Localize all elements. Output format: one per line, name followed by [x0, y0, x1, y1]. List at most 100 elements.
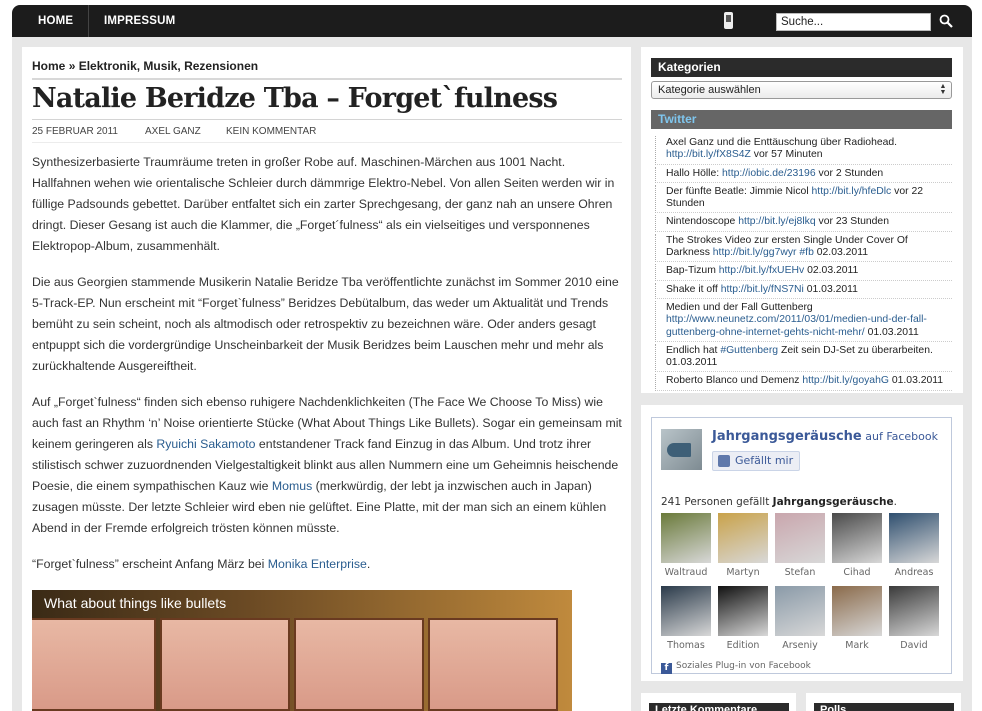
post-body: Synthesizerbasierte Traumräume treten in… — [32, 152, 624, 590]
fan-avatar[interactable] — [661, 586, 711, 636]
momus-link[interactable]: Momus — [272, 479, 312, 493]
fan-name[interactable]: Martyn — [718, 567, 768, 578]
fan-avatar[interactable] — [832, 513, 882, 563]
facebook-fan[interactable]: Stefan — [775, 513, 825, 578]
fan-name[interactable]: Edition — [718, 640, 768, 651]
fan-avatar[interactable] — [718, 513, 768, 563]
tweet-text: Shake it off — [666, 283, 721, 295]
top-navigation-bar: HOME IMPRESSUM — [12, 5, 972, 37]
post-author-link[interactable]: AXEL GANZ — [145, 126, 201, 137]
facebook-fan[interactable]: Thomas — [661, 586, 711, 651]
fan-avatar[interactable] — [889, 513, 939, 563]
embedded-video-player[interactable]: What about things like bullets — [32, 590, 572, 711]
tweet-timestamp: vor 2 Stunden — [815, 167, 884, 179]
monika-enterprise-link[interactable]: Monika Enterprise — [268, 557, 367, 571]
twitter-heading: Twitter — [651, 110, 952, 129]
fan-avatar[interactable] — [889, 586, 939, 636]
paragraph: Auf „Forget`fulness“ finden sich ebenso … — [32, 392, 624, 539]
facebook-page-avatar[interactable] — [661, 429, 702, 470]
tweet-item: Bap-Tizum http://bit.ly/fxUEHv 02.03.201… — [655, 264, 952, 281]
tweet-item: Axel Ganz und die Enttäuschung über Radi… — [655, 136, 952, 165]
tweet-item: Der fünfte Beatle: Jimmie Nicol http://b… — [655, 184, 952, 214]
video-thumbnail[interactable] — [32, 618, 572, 711]
like-count-page: Jahrgangsgeräusche — [772, 496, 894, 508]
nav-divider — [88, 5, 89, 37]
tweet-link[interactable]: http://bit.ly/gg7wyr #fb — [713, 247, 814, 258]
paragraph-text: “Forget`fulness” erscheint Anfang März b… — [32, 557, 268, 571]
fan-name[interactable]: David — [889, 640, 939, 651]
meta-divider — [32, 142, 622, 143]
paragraph-text: . — [366, 557, 371, 571]
post-comments-link[interactable]: KEIN KOMMENTAR — [226, 126, 316, 137]
breadcrumb-separator: » — [68, 59, 76, 73]
fan-avatar[interactable] — [775, 586, 825, 636]
post-title[interactable]: Natalie Beridze Tba – Forget`fulness — [32, 83, 558, 114]
fan-name[interactable]: Thomas — [661, 640, 711, 651]
tweet-link[interactable]: http://iobic.de/23196 — [722, 168, 816, 179]
fan-name[interactable]: Cihad — [832, 567, 882, 578]
breadcrumb-categories-link[interactable]: Elektronik, Musik, Rezensionen — [79, 59, 258, 73]
fan-name[interactable]: Stefan — [775, 567, 825, 578]
polls-heading: Polls — [814, 703, 954, 711]
tweet-timestamp: vor 57 Minuten — [750, 149, 823, 161]
search-input[interactable] — [776, 13, 931, 31]
fan-name[interactable]: Waltraud — [661, 567, 711, 578]
facebook-icon: f — [661, 663, 672, 674]
search-icon[interactable] — [939, 14, 953, 28]
fan-name[interactable]: Arseniy — [775, 640, 825, 651]
facebook-like-button[interactable]: Gefällt mir — [712, 451, 801, 471]
facebook-fan[interactable]: Andreas — [889, 513, 939, 578]
facebook-fan[interactable]: Mark — [832, 586, 882, 651]
paragraph: Die aus Georgien stammende Musikerin Nat… — [32, 275, 619, 373]
tweet-link[interactable]: http://bit.ly/fNS7Ni — [721, 284, 804, 295]
fan-name[interactable]: Andreas — [889, 567, 939, 578]
facebook-fan[interactable]: Martyn — [718, 513, 768, 578]
category-select[interactable]: Kategorie auswählen ▲ ▼ — [651, 81, 952, 99]
like-count-text: 241 Personen gefällt — [661, 496, 773, 508]
main-content: Home » Elektronik, Musik, Rezensionen Na… — [22, 47, 631, 711]
paragraph: Synthesizerbasierte Traumräume treten in… — [32, 155, 615, 253]
tweet-item: Medien und der Fall Guttenberg http://ww… — [655, 300, 952, 342]
video-title[interactable]: What about things like bullets — [44, 595, 226, 611]
tweet-timestamp: 02.03.2011 — [804, 265, 859, 277]
mobile-phone-icon[interactable] — [724, 12, 733, 29]
tweet-link[interactable]: http://bit.ly/fX8S4Z — [666, 149, 751, 160]
breadcrumb-home-link[interactable]: Home — [32, 59, 65, 73]
on-facebook-link[interactable]: auf Facebook — [862, 430, 938, 443]
facebook-page-link[interactable]: Jahrgangsgeräusche — [712, 429, 862, 444]
nav-impressum-link[interactable]: IMPRESSUM — [104, 5, 175, 37]
tweet-link[interactable]: http://bit.ly/hfeDlc — [812, 186, 892, 197]
tweet-item: Endlich hat #Guttenberg Zeit sein DJ-Set… — [655, 343, 952, 373]
title-divider — [32, 119, 622, 120]
recent-comments-box: Letzte Kommentare — [641, 693, 796, 711]
fan-avatar[interactable] — [775, 513, 825, 563]
tweet-link[interactable]: http://bit.ly/goyahG — [802, 375, 889, 386]
facebook-fan[interactable]: Waltraud — [661, 513, 711, 578]
tweet-link[interactable]: #Guttenberg — [720, 345, 778, 356]
fan-avatar[interactable] — [718, 586, 768, 636]
tweet-text: Der fünfte Beatle: Jimmie Nicol — [666, 185, 812, 197]
tweet-text: Roberto Blanco und Demenz — [666, 375, 803, 387]
facebook-fan[interactable]: Cihad — [832, 513, 882, 578]
tweet-link[interactable]: http://bit.ly/ej8lkq — [738, 216, 815, 227]
facebook-fan[interactable]: Edition — [718, 586, 768, 651]
category-select-value: Kategorie auswählen — [658, 84, 761, 96]
tweet-timestamp: 02.03.2011 — [813, 247, 868, 259]
tweet-link[interactable]: http://bit.ly/fxUEHv — [719, 265, 804, 276]
facebook-fan[interactable]: Arseniy — [775, 586, 825, 651]
tweet-text: Bap-Tizum — [666, 265, 719, 277]
fan-avatar[interactable] — [661, 513, 711, 563]
tweet-list: Axel Ganz und die Enttäuschung über Radi… — [655, 136, 952, 393]
fan-name[interactable]: Mark — [832, 640, 882, 651]
tweet-timestamp: 01.03.2011 — [803, 283, 858, 295]
ryuichi-sakamoto-link[interactable]: Ryuichi Sakamoto — [156, 437, 255, 451]
nav-home-link[interactable]: HOME — [38, 5, 73, 37]
tweet-timestamp: vor 23 Stunden — [815, 216, 890, 228]
facebook-fan[interactable]: David — [889, 586, 939, 651]
tweet-text: Endlich hat — [666, 344, 721, 356]
breadcrumb-divider — [32, 78, 622, 80]
fan-avatar[interactable] — [832, 586, 882, 636]
sidebar: Kategorien Kategorie auswählen ▲ ▼ Twitte… — [641, 47, 963, 393]
facebook-plugin-text[interactable]: Soziales Plug-in von Facebook — [676, 661, 811, 671]
tweet-item: Hallo Hölle: http://iobic.de/23196 vor 2… — [655, 166, 952, 183]
